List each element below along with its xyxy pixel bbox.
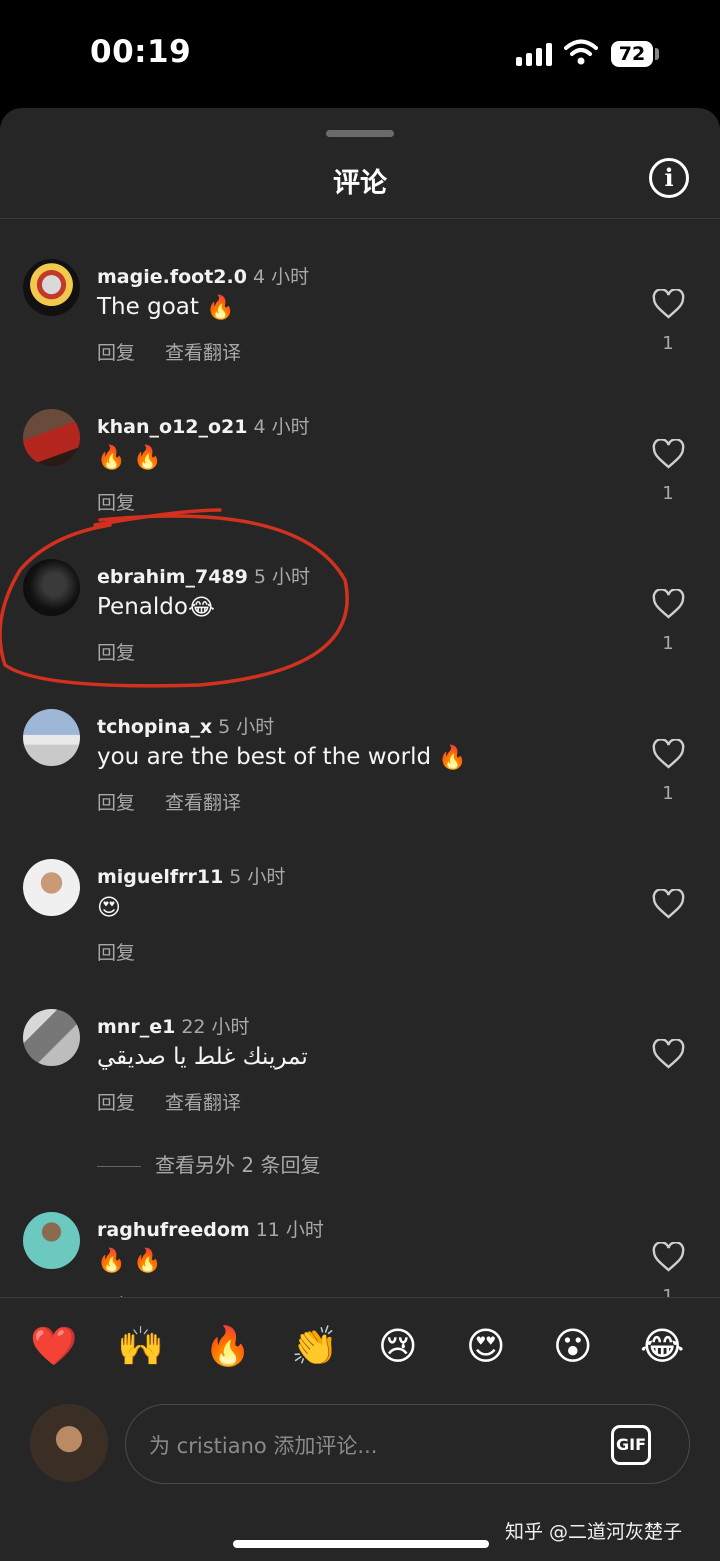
home-indicator[interactable] bbox=[233, 1540, 489, 1548]
comment-input-placeholder: 为 cristiano 添加评论... bbox=[149, 1434, 378, 1458]
fire-emoji: 🔥 bbox=[97, 1248, 126, 1274]
my-avatar bbox=[30, 1404, 108, 1482]
page-title: 评论 bbox=[333, 168, 387, 199]
signal-icon bbox=[516, 42, 552, 66]
comment-input[interactable]: 为 cristiano 添加评论... GIF bbox=[125, 1404, 690, 1484]
comment-time: 22 小时 bbox=[181, 1016, 250, 1038]
comments-sheet: 评论 i magie.foot2.0 4 小时 The goat 🔥 回复 查看翻译… bbox=[0, 108, 720, 1561]
avatar[interactable] bbox=[23, 1009, 80, 1066]
like-count: 1 bbox=[662, 483, 674, 504]
heart-eyes-emoji: 😍 bbox=[97, 894, 121, 921]
comment-time: 4 小时 bbox=[252, 266, 310, 288]
avatar[interactable] bbox=[23, 259, 80, 316]
avatar[interactable] bbox=[23, 409, 80, 466]
reaction-clap[interactable]: 👏 bbox=[291, 1324, 339, 1372]
comment-username[interactable]: magie.foot2.0 bbox=[97, 266, 247, 288]
avatar[interactable] bbox=[23, 709, 80, 766]
comment-username[interactable]: ebrahim_7489 bbox=[97, 566, 248, 588]
comment-time: 11 小时 bbox=[255, 1219, 324, 1241]
avatar[interactable] bbox=[23, 859, 80, 916]
comment-text: The goat 🔥 bbox=[97, 294, 235, 321]
comment-item: tchopina_x 5 小时 you are the best of the w… bbox=[0, 669, 720, 819]
fire-emoji: 🔥 bbox=[132, 1248, 162, 1274]
like-count: 1 bbox=[662, 783, 674, 804]
avatar[interactable] bbox=[23, 1212, 80, 1269]
reaction-fire[interactable]: 🔥 bbox=[204, 1324, 252, 1372]
reaction-raised-hands[interactable]: 🙌 bbox=[117, 1324, 165, 1372]
translate-button[interactable]: 查看翻译 bbox=[165, 792, 241, 814]
quick-reactions: ❤️ 🙌 🔥 👏 😢 😍 😮 😂 bbox=[0, 1324, 720, 1376]
like-count: 1 bbox=[662, 333, 674, 354]
like-count: 1 bbox=[662, 633, 674, 654]
comment-text-body: The goat bbox=[97, 294, 199, 320]
fire-emoji: 🔥 bbox=[132, 445, 162, 471]
heart-icon[interactable] bbox=[652, 1039, 685, 1069]
comment-item: khan_o12_o21 4 小时 🔥 🔥 回复 1 bbox=[0, 369, 720, 519]
battery-level: 72 bbox=[611, 41, 653, 67]
heart-icon[interactable] bbox=[652, 589, 685, 619]
comment-text: 🔥 🔥 bbox=[97, 1247, 162, 1274]
comment-item: miguelfrr11 5 小时 😍 回复 bbox=[0, 819, 720, 969]
comment-time: 5 小时 bbox=[253, 566, 311, 588]
heart-icon[interactable] bbox=[652, 889, 685, 919]
comment-text-body: you are the best of the world bbox=[97, 744, 432, 770]
comment-time: 5 小时 bbox=[229, 866, 286, 888]
reply-button[interactable]: 回复 bbox=[97, 1092, 135, 1114]
reaction-surprised[interactable]: 😮 bbox=[553, 1324, 601, 1372]
info-icon[interactable]: i bbox=[649, 158, 689, 198]
comment-item: mnr_e1 22 小时 تمرينك غلط يا صديقي 回复 查看翻译 bbox=[0, 969, 720, 1119]
gif-button[interactable]: GIF bbox=[611, 1425, 651, 1465]
comment-text-body: Penaldo bbox=[97, 594, 188, 620]
tears-of-joy-emoji: 😂 bbox=[187, 594, 215, 621]
reply-line bbox=[97, 1166, 141, 1167]
like-count: 1 bbox=[662, 1286, 674, 1297]
comment-text: Penaldo😂 bbox=[97, 594, 215, 621]
fire-emoji: 🔥 bbox=[438, 745, 468, 771]
comment-username[interactable]: raghufreedom bbox=[97, 1219, 250, 1241]
comment-list[interactable]: magie.foot2.0 4 小时 The goat 🔥 回复 查看翻译 1 kh… bbox=[0, 219, 720, 1297]
fire-emoji: 🔥 bbox=[206, 295, 235, 321]
comment-username[interactable]: tchopina_x bbox=[97, 716, 212, 738]
reply-button[interactable]: 回复 bbox=[97, 642, 135, 664]
comment-time: 5 小时 bbox=[218, 716, 275, 738]
reply-button[interactable]: 回复 bbox=[97, 492, 135, 514]
comment-item: ebrahim_7489 5 小时 Penaldo😂 回复 1 bbox=[0, 519, 720, 669]
comment-text: 😍 bbox=[97, 894, 121, 921]
comment-text: 🔥 🔥 bbox=[97, 444, 162, 471]
avatar[interactable] bbox=[23, 559, 80, 616]
watermark: 知乎 @二道河灰楚子 bbox=[505, 1521, 683, 1543]
comment-text: تمرينك غلط يا صديقي bbox=[97, 1044, 308, 1070]
heart-icon[interactable] bbox=[652, 739, 685, 769]
status-bar: 00:19 72 bbox=[0, 0, 720, 108]
comment-time: 4 小时 bbox=[253, 416, 310, 438]
battery-tip bbox=[655, 48, 659, 60]
comment-text: you are the best of the world 🔥 bbox=[97, 744, 467, 771]
reply-button[interactable]: 回复 bbox=[97, 792, 135, 814]
comment-item: raghufreedom11 小时 🔥 🔥 回复 1 bbox=[0, 1172, 720, 1297]
translate-button[interactable]: 查看翻译 bbox=[165, 1092, 241, 1114]
reaction-heart[interactable]: ❤️ bbox=[30, 1324, 78, 1372]
heart-icon[interactable] bbox=[652, 1242, 685, 1272]
heart-icon[interactable] bbox=[652, 289, 685, 319]
fire-emoji: 🔥 bbox=[97, 445, 126, 471]
heart-icon[interactable] bbox=[652, 439, 685, 469]
reply-button[interactable]: 回复 bbox=[97, 942, 135, 964]
reply-button[interactable]: 回复 bbox=[97, 342, 135, 364]
translate-button[interactable]: 查看翻译 bbox=[165, 342, 241, 364]
comment-username[interactable]: khan_o12_o21 bbox=[97, 416, 248, 438]
reaction-laughing[interactable]: 😂 bbox=[640, 1324, 688, 1372]
reaction-crying[interactable]: 😢 bbox=[378, 1324, 426, 1372]
reaction-heart-eyes[interactable]: 😍 bbox=[466, 1324, 514, 1372]
wifi-icon bbox=[564, 39, 598, 65]
comment-item: magie.foot2.0 4 小时 The goat 🔥 回复 查看翻译 1 bbox=[0, 219, 720, 369]
comment-username[interactable]: mnr_e1 bbox=[97, 1016, 175, 1038]
sheet-grabber[interactable] bbox=[326, 130, 394, 137]
status-time: 00:19 bbox=[90, 34, 192, 70]
comment-username[interactable]: miguelfrr11 bbox=[97, 866, 223, 888]
